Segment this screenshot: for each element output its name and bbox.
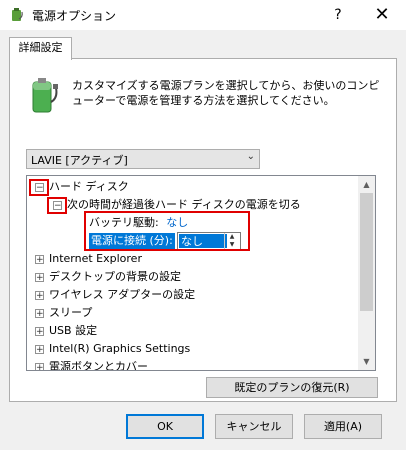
tree-item-label: USB 設定: [49, 324, 98, 337]
expand-icon[interactable]: +: [35, 273, 44, 283]
vertical-scrollbar[interactable]: ▲ ▼: [358, 176, 375, 370]
annotation-box-collapse-2: [47, 197, 67, 214]
expand-icon[interactable]: +: [35, 309, 44, 319]
expand-icon[interactable]: +: [35, 255, 44, 265]
tree-item-label: Internet Explorer: [49, 252, 142, 265]
scroll-down-icon[interactable]: ▼: [358, 353, 375, 370]
tab-advanced-settings[interactable]: 詳細設定: [9, 37, 72, 60]
close-button[interactable]: ✕: [362, 2, 402, 28]
tree-item-label: ワイヤレス アダプターの設定: [49, 288, 196, 301]
expand-icon[interactable]: +: [35, 291, 44, 301]
tree-item-label: スリープ: [49, 306, 93, 319]
tree-item-label: デスクトップの背景の設定: [49, 270, 181, 283]
tree-item-label: ハード ディスク: [49, 180, 129, 193]
annotation-box-collapse-1: [29, 179, 49, 196]
ok-button[interactable]: OK: [126, 414, 204, 439]
expand-icon[interactable]: +: [35, 363, 44, 370]
settings-tree[interactable]: − ハード ディスク − 次の時間が経過後ハード ディスクの電源を切る バッテリ…: [26, 175, 376, 371]
restore-defaults-button[interactable]: 既定のプランの復元(R): [206, 377, 378, 398]
description-text: カスタマイズする電源プランを選択してから、お使いのコンピューターで電源を管理する…: [72, 79, 380, 107]
window-title: 電源オプション: [32, 9, 117, 23]
tree-item-label: 電源ボタンとカバー: [49, 360, 148, 371]
cancel-button[interactable]: キャンセル: [215, 414, 293, 439]
expand-icon[interactable]: +: [35, 327, 44, 337]
help-button[interactable]: ?: [320, 2, 356, 28]
tree-item-label: Intel(R) Graphics Settings: [49, 342, 191, 355]
power-plan-select[interactable]: LAVIE [アクティブ] ⌄: [26, 149, 260, 169]
power-options-icon: [9, 7, 25, 23]
scroll-thumb[interactable]: [360, 193, 373, 311]
expand-icon[interactable]: +: [35, 345, 44, 355]
power-plan-value: LAVIE [アクティブ]: [31, 154, 128, 167]
annotation-box-settings: [84, 211, 250, 251]
chevron-down-icon: ⌄: [246, 151, 255, 162]
apply-button[interactable]: 適用(A): [304, 414, 382, 439]
scroll-up-icon[interactable]: ▲: [358, 176, 375, 193]
battery-icon: [30, 76, 58, 116]
